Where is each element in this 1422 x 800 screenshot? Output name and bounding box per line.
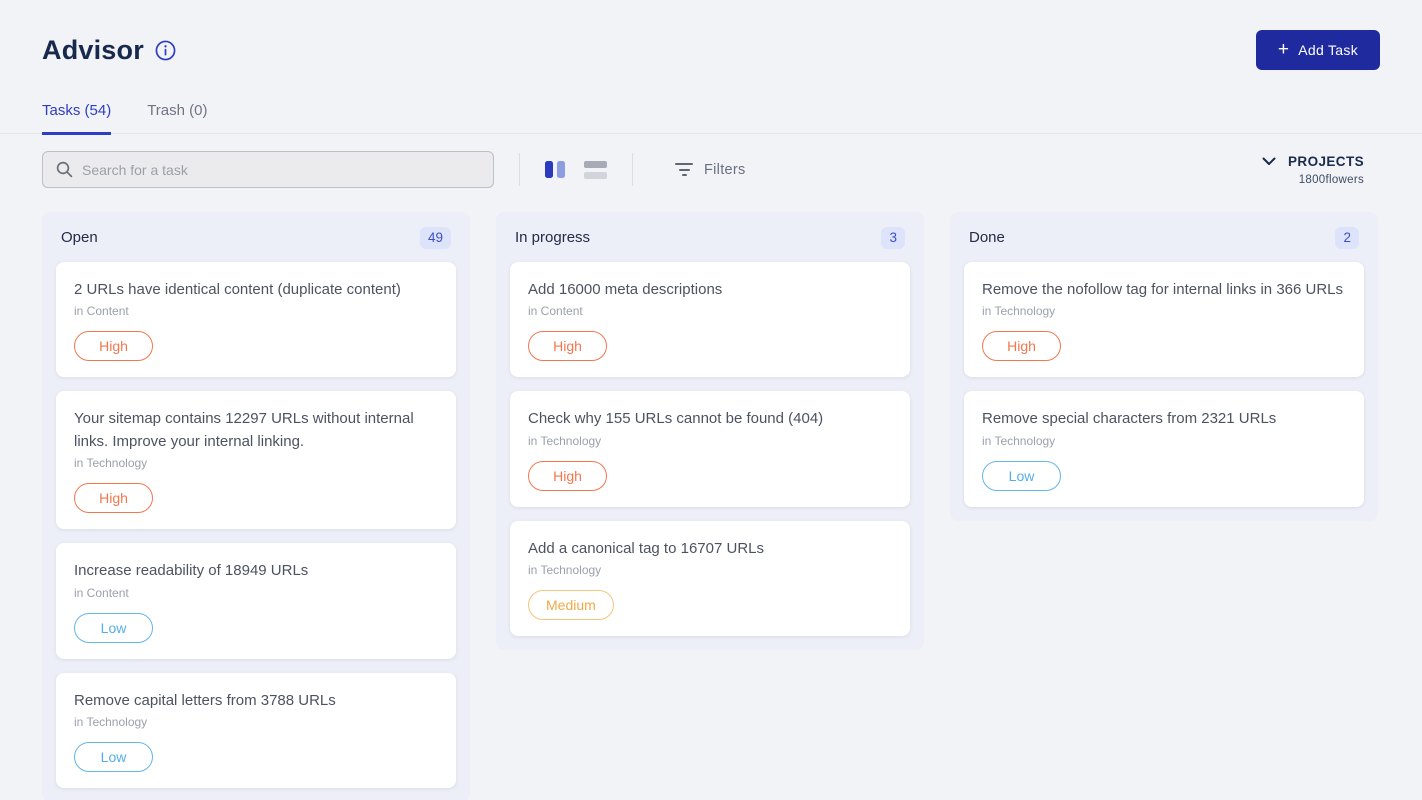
priority-badge: Medium — [528, 590, 614, 620]
priority-badge: Low — [982, 461, 1061, 491]
board-column: In progress 3 Add 16000 meta description… — [496, 212, 924, 650]
card-title: Remove special characters from 2321 URLs — [982, 408, 1346, 431]
filters-label: Filters — [704, 162, 746, 178]
task-card[interactable]: Remove special characters from 2321 URLs… — [964, 391, 1364, 507]
projects-dropdown[interactable]: PROJECTS 1800flowers — [1262, 154, 1380, 186]
card-title: Add 16000 meta descriptions — [528, 279, 892, 302]
card-category: in Technology — [528, 434, 892, 448]
toolbar-divider — [519, 153, 520, 186]
list-view-bar — [584, 161, 607, 168]
card-list: 2 URLs have identical content (duplicate… — [56, 262, 456, 789]
priority-badge: High — [528, 461, 607, 491]
chevron-down-icon — [1262, 157, 1276, 166]
search-input[interactable] — [82, 162, 480, 178]
task-card[interactable]: Increase readability of 18949 URLs in Co… — [56, 543, 456, 659]
card-category: in Content — [528, 304, 892, 318]
board-column: Open 49 2 URLs have identical content (d… — [42, 212, 470, 800]
column-header: Done 2 — [964, 212, 1364, 262]
card-category: in Content — [74, 586, 438, 600]
column-name: In progress — [515, 229, 590, 246]
project-name: 1800flowers — [1262, 174, 1364, 186]
task-card[interactable]: 2 URLs have identical content (duplicate… — [56, 262, 456, 378]
priority-badge: High — [74, 483, 153, 513]
search-icon — [56, 161, 73, 178]
priority-badge: High — [74, 331, 153, 361]
card-title: Increase readability of 18949 URLs — [74, 560, 438, 583]
plus-icon: + — [1278, 40, 1289, 59]
priority-badge: Low — [74, 613, 153, 643]
column-name: Done — [969, 229, 1005, 246]
card-title: Check why 155 URLs cannot be found (404) — [528, 408, 892, 431]
board-view-bar — [557, 161, 565, 178]
card-title: Add a canonical tag to 16707 URLs — [528, 538, 892, 561]
card-category: in Content — [74, 304, 438, 318]
view-toggles — [545, 161, 607, 179]
card-list: Add 16000 meta descriptions in Content H… — [510, 262, 910, 637]
board-view-icon[interactable] — [545, 161, 565, 178]
tabs: Tasks (54) Trash (0) — [0, 102, 1422, 134]
priority-badge: High — [528, 331, 607, 361]
card-title: Your sitemap contains 12297 URLs without… — [74, 408, 438, 453]
card-category: in Technology — [74, 715, 438, 729]
tab-tasks[interactable]: Tasks (54) — [42, 102, 111, 135]
card-list: Remove the nofollow tag for internal lin… — [964, 262, 1364, 507]
list-view-icon[interactable] — [584, 161, 607, 179]
advisor-page: Advisor + Add Task Tasks (54) Trash (0) — [0, 0, 1422, 800]
column-header: In progress 3 — [510, 212, 910, 262]
card-category: in Technology — [74, 456, 438, 470]
filters-button[interactable]: Filters — [675, 162, 746, 178]
column-header: Open 49 — [56, 212, 456, 262]
card-category: in Technology — [982, 434, 1346, 448]
add-task-button[interactable]: + Add Task — [1256, 30, 1380, 70]
page-title: Advisor — [42, 35, 144, 66]
task-card[interactable]: Add a canonical tag to 16707 URLs in Tec… — [510, 521, 910, 637]
column-count-badge: 2 — [1335, 227, 1359, 249]
column-count-badge: 49 — [420, 227, 451, 249]
info-icon[interactable] — [155, 40, 176, 61]
board-column: Done 2 Remove the nofollow tag for inter… — [950, 212, 1378, 521]
list-view-bar — [584, 172, 607, 179]
board: Open 49 2 URLs have identical content (d… — [0, 188, 1422, 800]
card-category: in Technology — [982, 304, 1346, 318]
filter-icon — [675, 163, 693, 176]
tab-trash[interactable]: Trash (0) — [147, 102, 207, 135]
card-category: in Technology — [528, 563, 892, 577]
search-box[interactable] — [42, 151, 494, 188]
projects-label: PROJECTS — [1288, 154, 1364, 169]
column-count-badge: 3 — [881, 227, 905, 249]
column-name: Open — [61, 229, 98, 246]
task-card[interactable]: Add 16000 meta descriptions in Content H… — [510, 262, 910, 378]
task-card[interactable]: Remove capital letters from 3788 URLs in… — [56, 673, 456, 789]
card-title: 2 URLs have identical content (duplicate… — [74, 279, 438, 302]
card-title: Remove the nofollow tag for internal lin… — [982, 279, 1346, 302]
toolbar-divider — [632, 153, 633, 186]
task-card[interactable]: Check why 155 URLs cannot be found (404)… — [510, 391, 910, 507]
toolbar: Filters PROJECTS 1800flowers — [0, 134, 1422, 188]
card-title: Remove capital letters from 3788 URLs — [74, 690, 438, 713]
task-card[interactable]: Your sitemap contains 12297 URLs without… — [56, 391, 456, 529]
add-task-label: Add Task — [1298, 42, 1358, 58]
task-card[interactable]: Remove the nofollow tag for internal lin… — [964, 262, 1364, 378]
page-header: Advisor + Add Task — [0, 0, 1422, 70]
board-view-bar — [545, 161, 553, 178]
priority-badge: High — [982, 331, 1061, 361]
priority-badge: Low — [74, 742, 153, 772]
title-wrap: Advisor — [42, 35, 176, 66]
